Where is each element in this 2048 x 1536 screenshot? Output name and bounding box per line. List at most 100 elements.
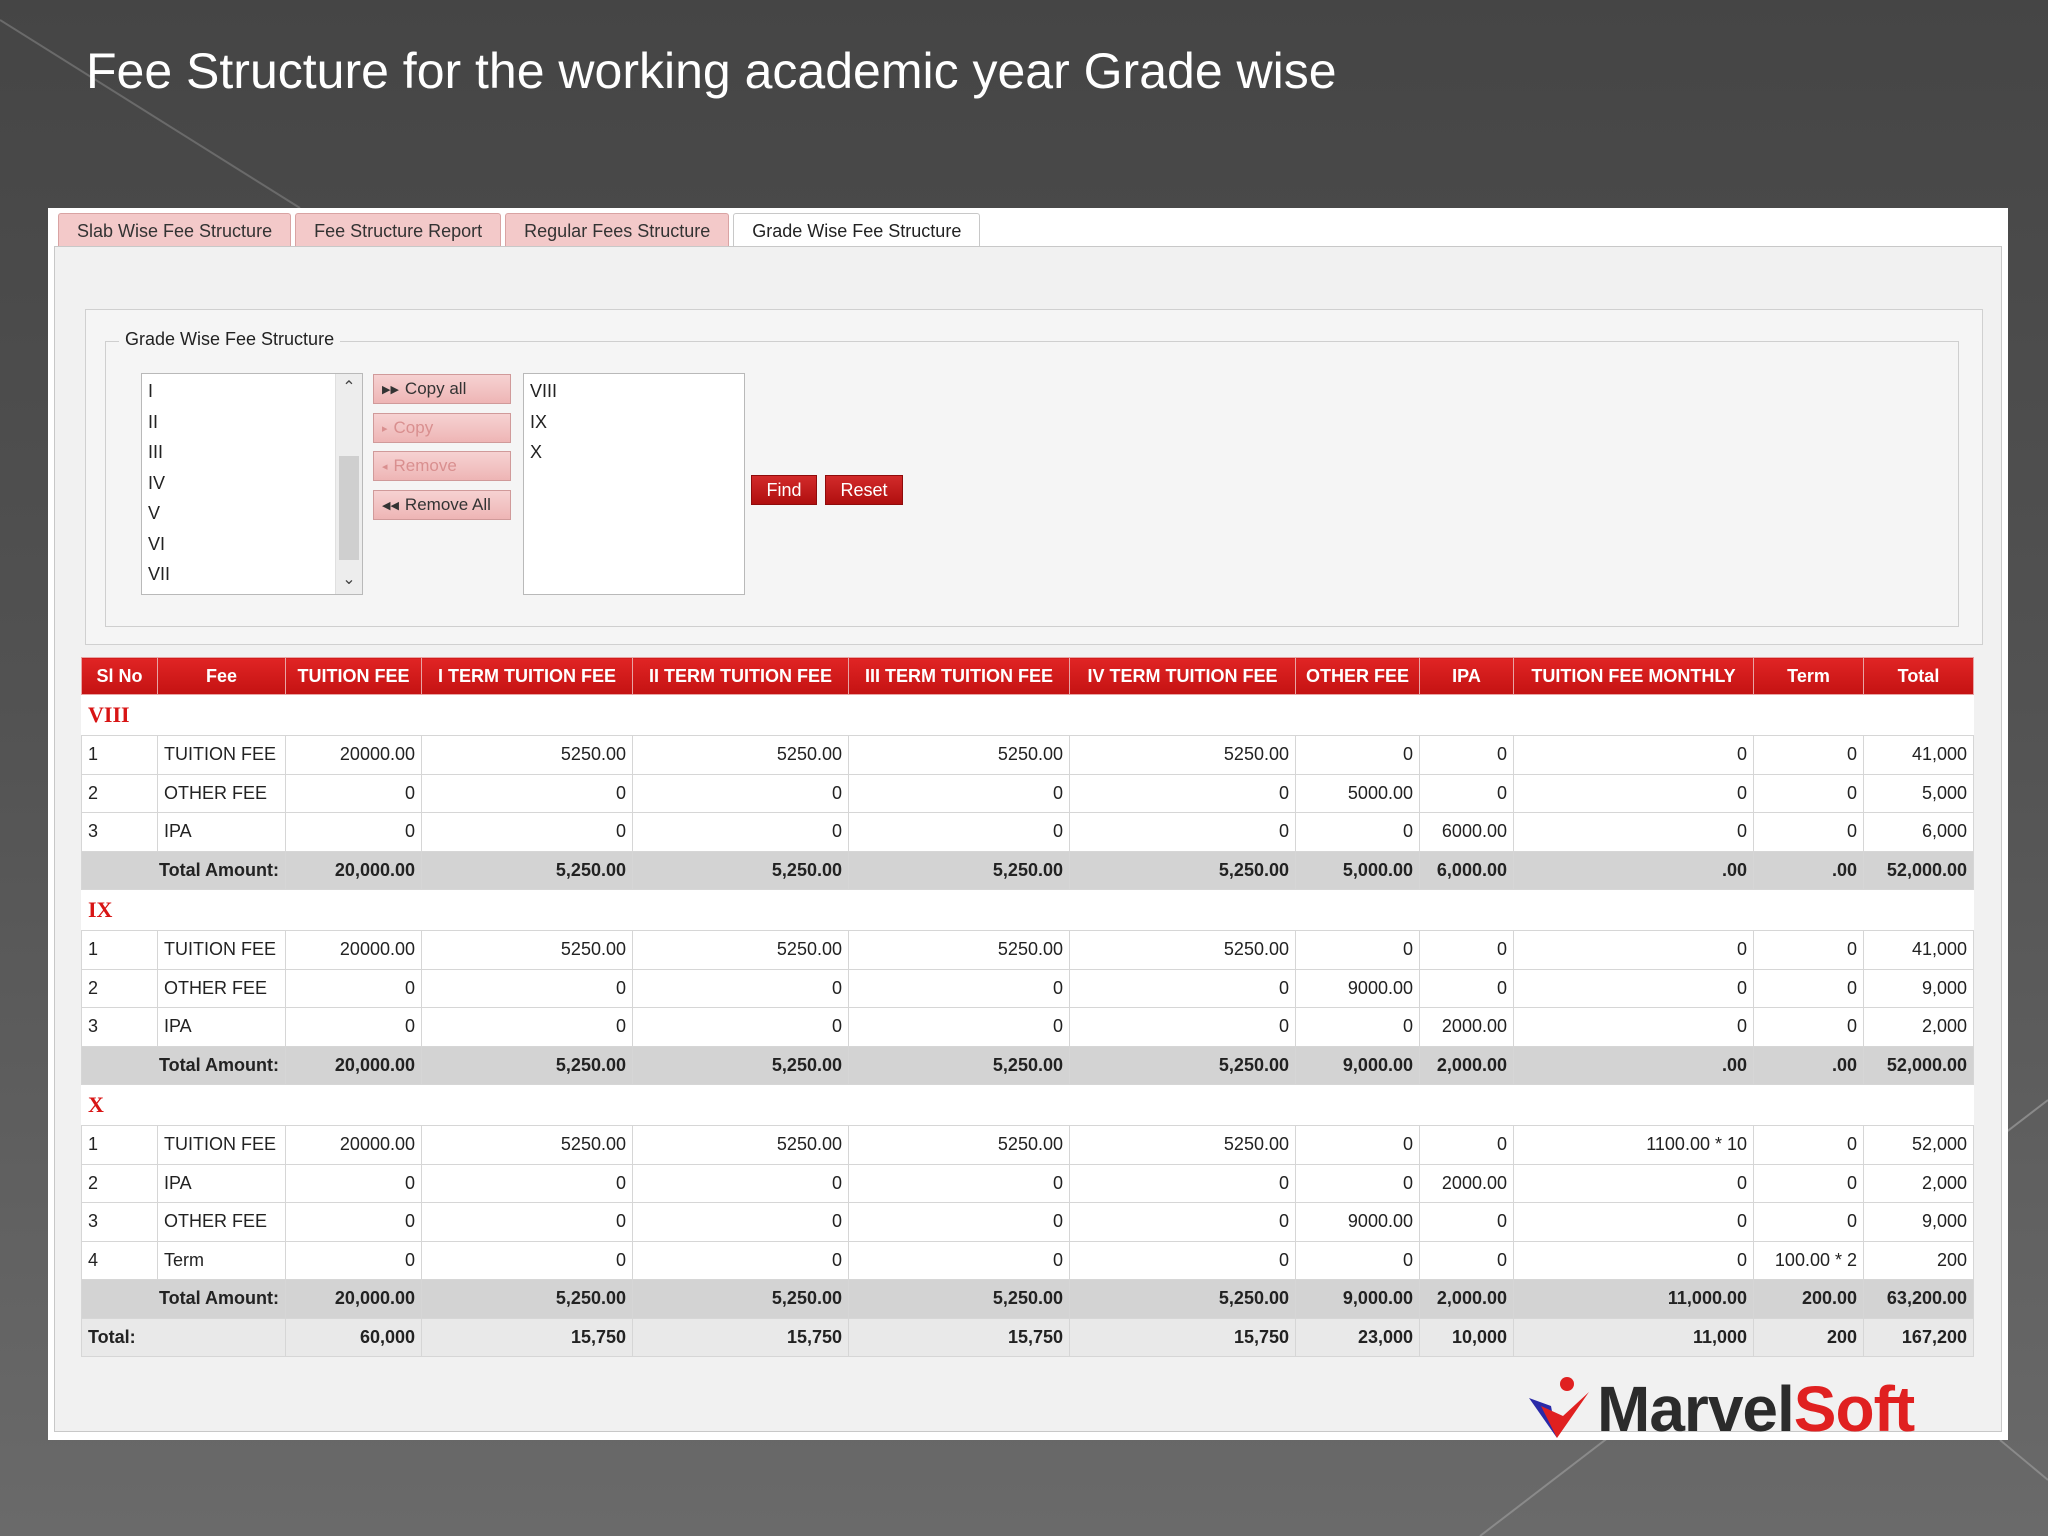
table-cell: 5,000 <box>1863 773 1974 813</box>
table-cell: 5250.00 <box>1069 735 1296 775</box>
table-cell: OTHER FEE <box>157 1202 286 1242</box>
reset-button[interactable]: Reset <box>825 475 903 505</box>
table-cell: IPA <box>157 1163 286 1203</box>
table-cell: 2,000 <box>1863 1007 1974 1047</box>
list-item[interactable]: V <box>142 498 362 529</box>
table-cell: 9,000 <box>1863 1202 1974 1242</box>
list-item[interactable]: X <box>524 437 744 468</box>
table-cell: 0 <box>285 1240 422 1280</box>
table-cell: 0 <box>1069 1163 1296 1203</box>
grand-total-cell: 15,750 <box>848 1317 1070 1357</box>
table-cell: 0 <box>848 1163 1070 1203</box>
table-cell: IPA <box>157 812 286 852</box>
table-cell: 5250.00 <box>848 930 1070 970</box>
copy-button[interactable]: ▸ Copy <box>373 413 511 443</box>
table-cell: 0 <box>1753 930 1864 970</box>
table-cell: 0 <box>632 812 849 852</box>
table-cell: 0 <box>1295 812 1420 852</box>
subtotal-cell: 2,000.00 <box>1419 1279 1514 1319</box>
scroll-thumb[interactable] <box>339 456 359 560</box>
table-cell: 2,000 <box>1863 1163 1974 1203</box>
table-row: 2 IPA 0 0 0 0 0 0 2000.00 0 0 2,000 <box>81 1163 1974 1203</box>
table-cell: 0 <box>421 1007 633 1047</box>
tab-slab-wise-fee-structure[interactable]: Slab Wise Fee Structure <box>58 213 292 248</box>
subtotal-cell: 5,250.00 <box>421 1045 633 1085</box>
table-row: 1 TUITION FEE 20000.00 5250.00 5250.00 5250.0… <box>81 1125 1974 1165</box>
grand-total-row: Total: 60,000 15,750 15,750 15,750 15,750 23,0… <box>81 1317 1974 1357</box>
table-cell: 0 <box>1295 1007 1420 1047</box>
column-header: OTHER FEE <box>1295 657 1420 695</box>
table-cell: TUITION FEE <box>157 930 286 970</box>
list-item[interactable]: VIII <box>524 376 744 407</box>
table-cell: 3 <box>81 812 158 852</box>
table-cell: 0 <box>285 812 422 852</box>
available-grades-list[interactable]: I II III IV V VI VII ⌃ ⌄ <box>141 373 363 595</box>
table-cell: 0 <box>285 773 422 813</box>
list-item[interactable]: II <box>142 407 362 438</box>
remove-all-label: Remove All <box>404 495 491 514</box>
list-item[interactable]: III <box>142 437 362 468</box>
table-cell: TUITION FEE <box>157 735 286 775</box>
grand-total-cell: 11,000 <box>1513 1317 1754 1357</box>
list-item[interactable]: I <box>142 376 362 407</box>
table-cell: 52,000 <box>1863 1125 1974 1165</box>
subtotal-cell: 6,000.00 <box>1419 850 1514 890</box>
table-cell: 5250.00 <box>421 1125 633 1165</box>
subtotal-cell: 20,000.00 <box>285 850 422 890</box>
table-cell: 2 <box>81 968 158 1008</box>
table-cell: 0 <box>1295 735 1420 775</box>
table-cell: 5250.00 <box>848 1125 1070 1165</box>
tab-regular-fees-structure[interactable]: Regular Fees Structure <box>505 213 730 248</box>
subtotal-cell: .00 <box>1513 1045 1754 1085</box>
grand-total-cell: 10,000 <box>1419 1317 1514 1357</box>
table-cell: 0 <box>632 1007 849 1047</box>
table-cell: 0 <box>1513 1163 1754 1203</box>
column-header: Fee <box>157 657 286 695</box>
table-cell: 5000.00 <box>1295 773 1420 813</box>
list-scrollbar[interactable]: ⌃ ⌄ <box>335 374 362 594</box>
list-item[interactable]: IX <box>524 407 744 438</box>
list-item[interactable]: VII <box>142 559 362 590</box>
table-cell: 0 <box>1069 1202 1296 1242</box>
table-cell: 0 <box>632 968 849 1008</box>
tab-fee-structure-report[interactable]: Fee Structure Report <box>295 213 502 248</box>
fast-rewind-icon: ◀◀ <box>382 500 399 512</box>
subtotal-cell: 5,250.00 <box>632 1045 849 1085</box>
list-item[interactable]: IV <box>142 468 362 499</box>
table-cell: 0 <box>1513 773 1754 813</box>
table-cell: 5250.00 <box>848 735 1070 775</box>
fee-structure-table: Sl No Fee TUITION FEE I TERM TUITION FEE II … <box>81 657 1974 1357</box>
table-cell: 0 <box>1069 1007 1296 1047</box>
table-cell: 41,000 <box>1863 930 1974 970</box>
table-cell: 1100.00 * 10 <box>1513 1125 1754 1165</box>
table-cell: 0 <box>421 1202 633 1242</box>
copy-all-button[interactable]: ▶▶ Copy all <box>373 374 511 404</box>
table-cell: 0 <box>1753 735 1864 775</box>
selected-grades-list[interactable]: VIII IX X <box>523 373 745 595</box>
remove-button[interactable]: ◂ Remove <box>373 451 511 481</box>
copy-label: Copy <box>393 418 434 437</box>
find-button[interactable]: Find <box>751 475 817 505</box>
table-cell: 2 <box>81 773 158 813</box>
subtotal-cell: 5,250.00 <box>632 1279 849 1319</box>
column-header: Sl No <box>81 657 158 695</box>
table-cell: 0 <box>1753 1007 1864 1047</box>
grade-group-row: X <box>81 1084 1974 1126</box>
table-cell: 5250.00 <box>1069 930 1296 970</box>
grand-total-cell: 15,750 <box>421 1317 633 1357</box>
subtotal-cell: 63,200.00 <box>1863 1279 1974 1319</box>
chevron-down-icon[interactable]: ⌄ <box>336 568 362 592</box>
column-header: III TERM TUITION FEE <box>848 657 1070 695</box>
tab-bar: Slab Wise Fee Structure Fee Structure Rep… <box>58 213 981 251</box>
table-cell: 0 <box>1513 735 1754 775</box>
play-right-icon: ▸ <box>382 423 388 435</box>
table-cell: 0 <box>1295 1240 1420 1280</box>
chevron-up-icon[interactable]: ⌃ <box>336 376 362 400</box>
subtotal-cell: 5,000.00 <box>1295 850 1420 890</box>
subtotal-cell: 9,000.00 <box>1295 1279 1420 1319</box>
subtotal-cell: .00 <box>1513 850 1754 890</box>
table-cell: 0 <box>1513 1007 1754 1047</box>
list-item[interactable]: VI <box>142 529 362 560</box>
table-cell: 0 <box>285 1007 422 1047</box>
remove-all-button[interactable]: ◀◀ Remove All <box>373 490 511 520</box>
